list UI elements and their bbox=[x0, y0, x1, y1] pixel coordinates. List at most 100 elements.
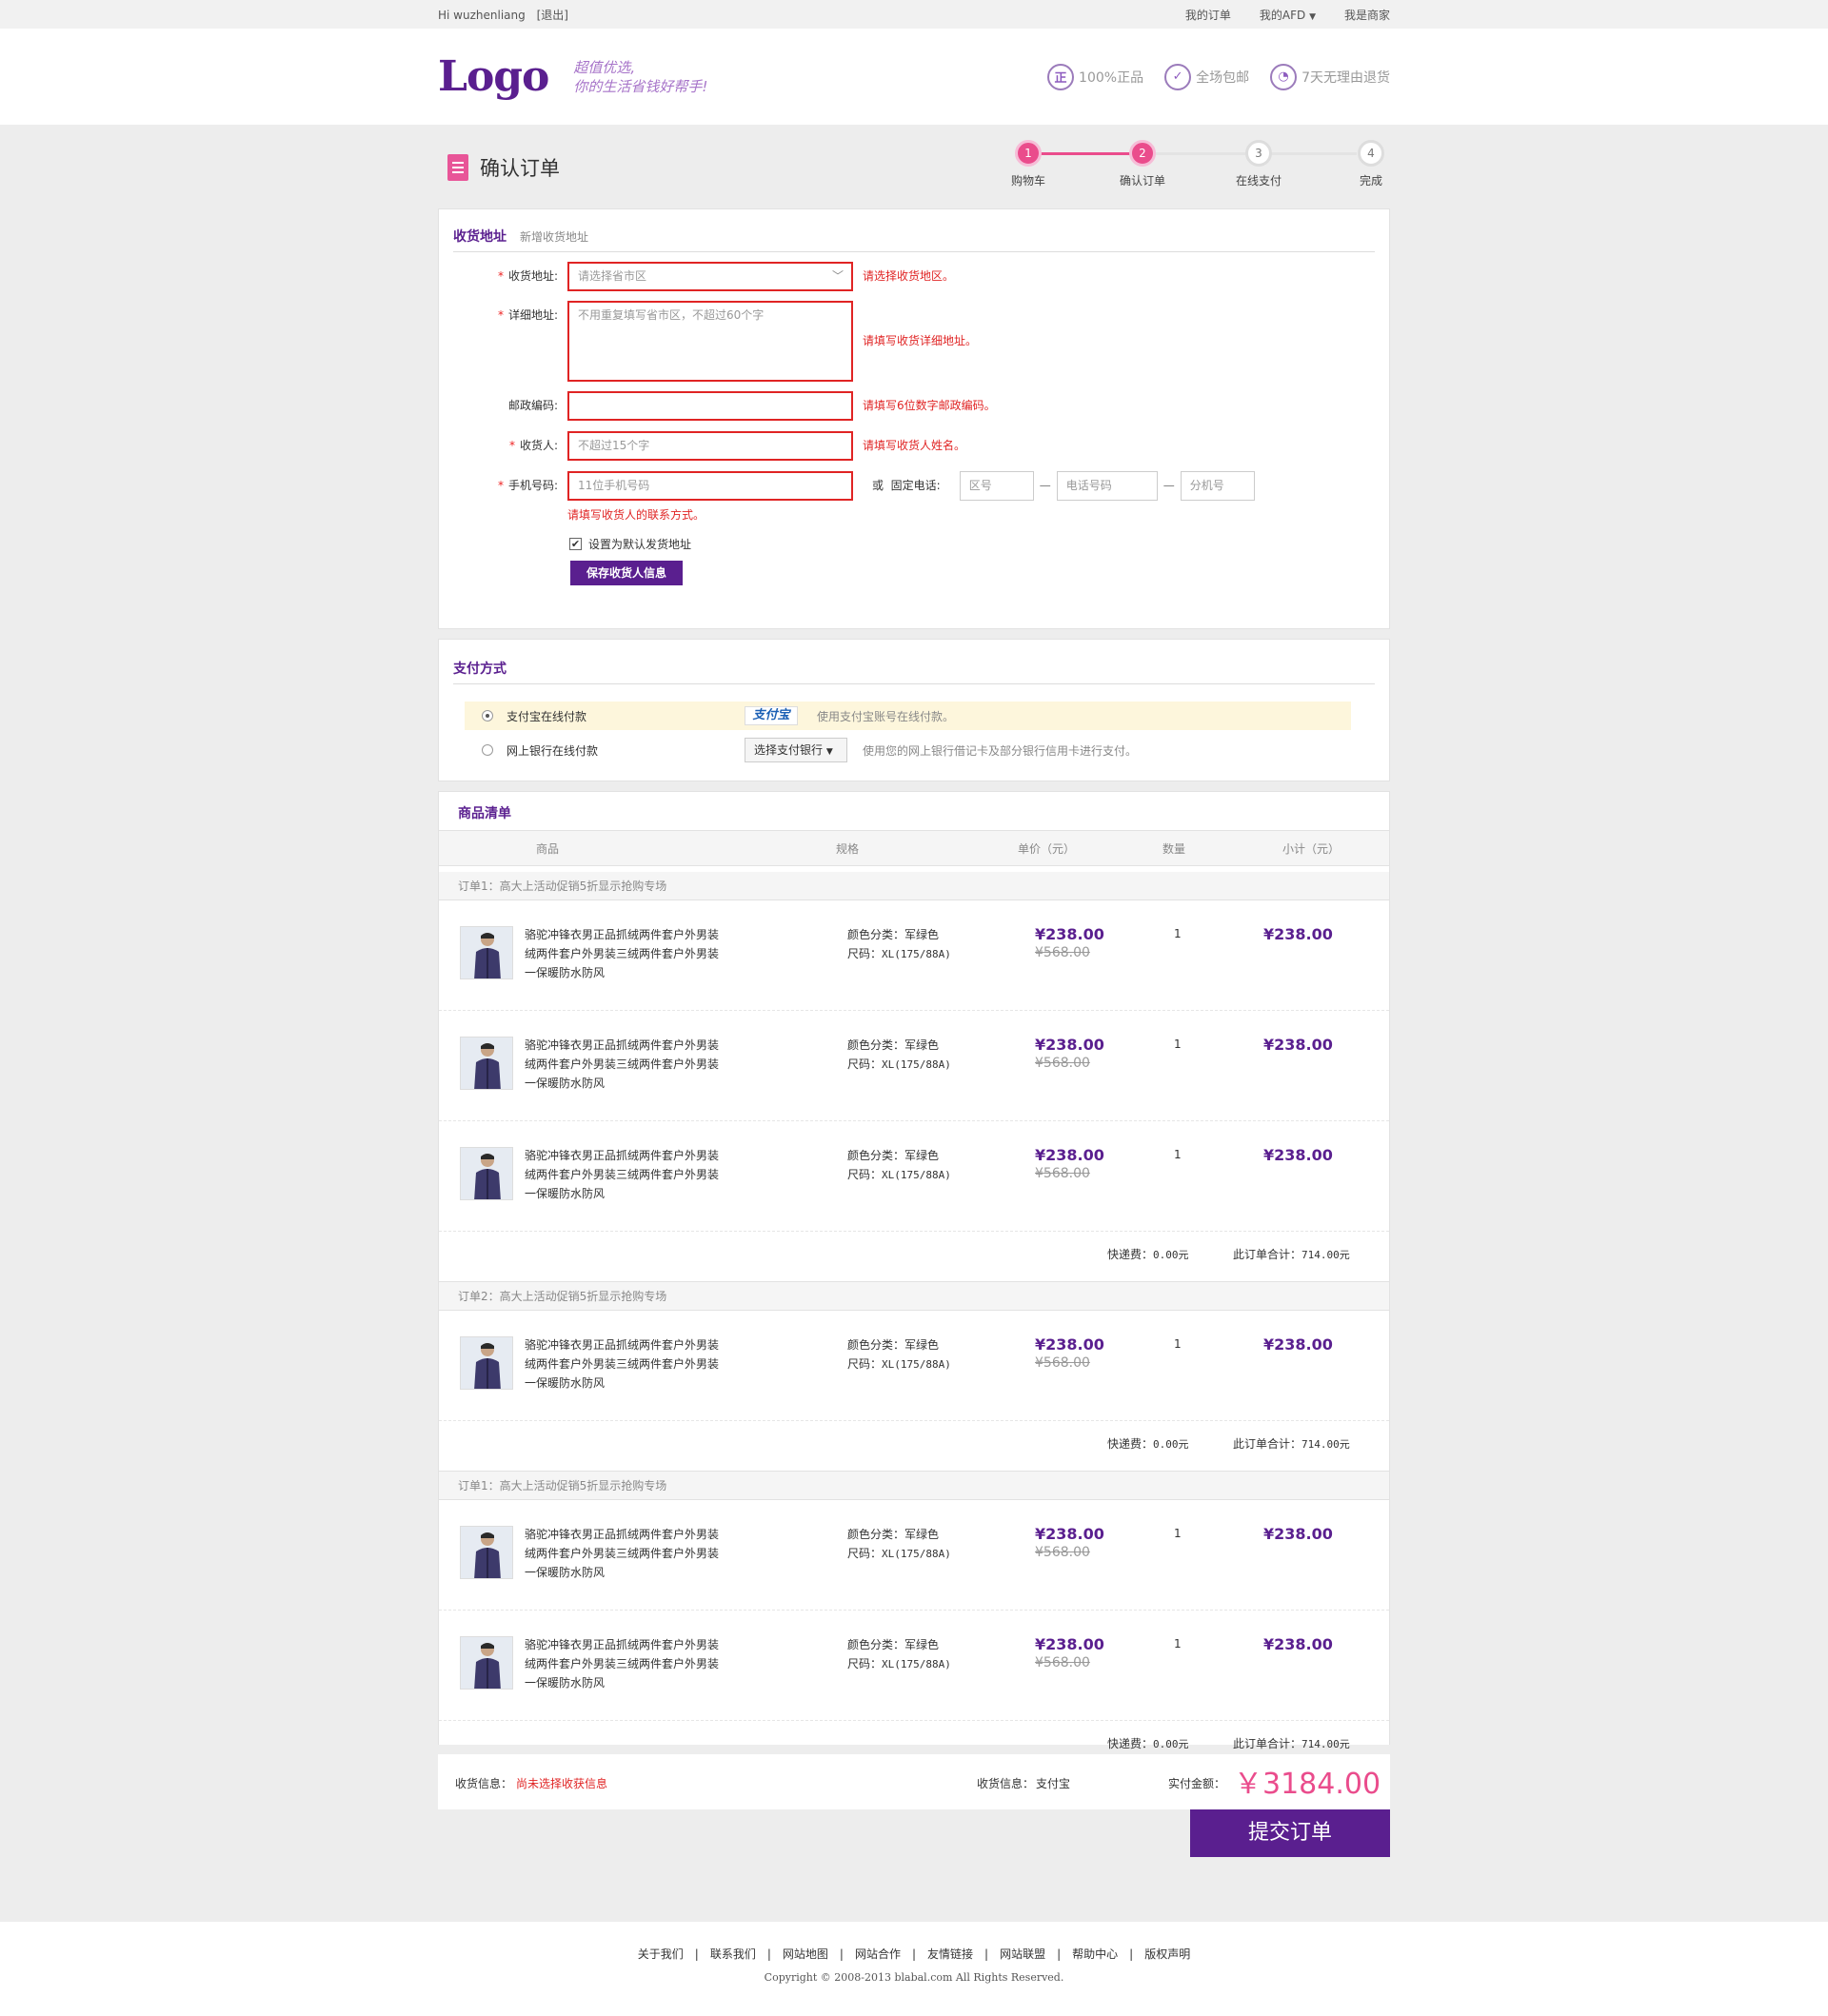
save-address-button[interactable]: 保存收货人信息 bbox=[570, 561, 683, 585]
current-price: ¥238.00 bbox=[1035, 1036, 1104, 1054]
product-thumbnail[interactable] bbox=[460, 1037, 513, 1090]
subtotal: ¥238.00 bbox=[1263, 1146, 1333, 1164]
col-price: 单价（元） bbox=[1018, 841, 1076, 856]
product-name[interactable]: 骆驼冲锋衣男正品抓绒两件套户外男装 绒两件套户外男装三绒两件套户外男装 一保暖防水防… bbox=[525, 925, 725, 982]
product-name-line: 绒两件套户外男装三绒两件套户外男装 bbox=[525, 947, 720, 960]
spec-size-value: XL(175/88A) bbox=[882, 1658, 951, 1670]
product-thumbnail[interactable] bbox=[460, 1526, 513, 1579]
product-name-line: 骆驼冲锋衣男正品抓绒两件套户外男装 bbox=[525, 1149, 720, 1162]
footer-link[interactable]: 帮助中心 bbox=[1072, 1947, 1118, 1961]
unit-price: ¥238.00 ¥568.00 bbox=[1035, 1635, 1104, 1672]
product-name-line: 一保暖防水防风 bbox=[525, 966, 606, 979]
spec-size-value: XL(175/88A) bbox=[882, 1169, 951, 1181]
phone-label: 手机号码: bbox=[507, 479, 558, 492]
order-total-label: 此订单合计： bbox=[1233, 1437, 1302, 1451]
spec-size-value: XL(175/88A) bbox=[882, 1058, 951, 1071]
order-total-label: 此订单合计： bbox=[1233, 1248, 1302, 1261]
product-name[interactable]: 骆驼冲锋衣男正品抓绒两件套户外男装 绒两件套户外男装三绒两件套户外男装 一保暖防水防… bbox=[525, 1146, 725, 1203]
product-thumbnail[interactable] bbox=[460, 1147, 513, 1200]
jacket-image bbox=[461, 1637, 512, 1689]
badge-label: 7天无理由退货 bbox=[1301, 69, 1390, 86]
spec-size-value: XL(175/88A) bbox=[882, 1548, 951, 1560]
spec-color-value: 军绿色 bbox=[904, 928, 940, 941]
spec-color: 颜色分类：军绿色 bbox=[847, 925, 951, 944]
default-address-row: ✔ 设置为默认发货地址 bbox=[569, 536, 1389, 552]
payment-panel: 支付方式 支付宝在线付款 支付宝 使用支付宝账号在线付款。 网上银行在线付款 选… bbox=[438, 639, 1390, 781]
spec-size: 尺码：XL(175/88A) bbox=[847, 1654, 951, 1674]
tel-number-input[interactable]: 电话号码 bbox=[1056, 471, 1158, 501]
name-label: 收货人: bbox=[519, 439, 558, 452]
product-spec: 颜色分类：军绿色 尺码：XL(175/88A) bbox=[847, 1635, 951, 1674]
product-thumbnail[interactable] bbox=[460, 1636, 513, 1690]
product-name[interactable]: 骆驼冲锋衣男正品抓绒两件套户外男装 绒两件套户外男装三绒两件套户外男装 一保暖防水防… bbox=[525, 1635, 725, 1692]
alipay-radio[interactable] bbox=[482, 710, 493, 721]
jacket-image bbox=[461, 1038, 512, 1089]
bank-radio[interactable] bbox=[482, 744, 493, 756]
product-name[interactable]: 骆驼冲锋衣男正品抓绒两件套户外男装 绒两件套户外男装三绒两件套户外男装 一保暖防水防… bbox=[525, 1335, 725, 1393]
product-name[interactable]: 骆驼冲锋衣男正品抓绒两件套户外男装 绒两件套户外男装三绒两件套户外男装 一保暖防水防… bbox=[525, 1036, 725, 1093]
quantity: 1 bbox=[1174, 1337, 1182, 1351]
footer-link[interactable]: 版权声明 bbox=[1144, 1947, 1190, 1961]
footer-link[interactable]: 网站联盟 bbox=[1000, 1947, 1045, 1961]
caret-down-icon: ▼ bbox=[825, 747, 833, 757]
order-subtotal-bar: 快递费：0.00元 此订单合计：714.00元 bbox=[439, 1232, 1389, 1274]
pay-option-alipay[interactable]: 支付宝在线付款 支付宝 使用支付宝账号在线付款。 bbox=[465, 702, 1351, 730]
submit-order-button[interactable]: 提交订单 bbox=[1190, 1809, 1390, 1857]
logo[interactable]: Logo bbox=[438, 52, 549, 101]
required-mark: * bbox=[508, 439, 515, 452]
current-price: ¥238.00 bbox=[1035, 1146, 1104, 1164]
original-price: ¥568.00 bbox=[1035, 945, 1090, 960]
product-name-line: 绒两件套户外男装三绒两件套户外男装 bbox=[525, 1057, 720, 1071]
order-group: 订单1：高大上活动促销5折显示抢购专场骆驼冲锋衣男正品抓绒两件套户外男装 绒两件套… bbox=[439, 872, 1389, 1274]
pay-option-bank[interactable]: 网上银行在线付款 选择支付银行 ▼ 使用您的网上银行借记卡及部分银行信用卡进行支… bbox=[465, 736, 1351, 764]
footer-divider: | bbox=[694, 1947, 699, 1961]
product-name-line: 一保暖防水防风 bbox=[525, 1187, 606, 1200]
bank-select[interactable]: 选择支付银行 ▼ bbox=[745, 738, 847, 762]
footer-link[interactable]: 友情链接 bbox=[927, 1947, 973, 1961]
my-afd-label: 我的AFD bbox=[1259, 8, 1306, 22]
goods-title: 商品清单 bbox=[458, 806, 511, 821]
name-input[interactable]: 不超过15个字 bbox=[567, 431, 853, 461]
mobile-input[interactable]: 11位手机号码 bbox=[567, 471, 853, 501]
default-checkbox[interactable]: ✔ bbox=[569, 538, 582, 550]
order-title: 订单2：高大上活动促销5折显示抢购专场 bbox=[439, 1282, 1389, 1311]
spec-size-value: XL(175/88A) bbox=[882, 1358, 951, 1371]
detail-textarea[interactable]: 不用重复填写省市区，不超过60个字 bbox=[567, 301, 853, 382]
product-name-line: 一保暖防水防风 bbox=[525, 1676, 606, 1690]
product-name-line: 绒两件套户外男装三绒两件套户外男装 bbox=[525, 1357, 720, 1371]
footer-link[interactable]: 网站合作 bbox=[855, 1947, 901, 1961]
original-price: ¥568.00 bbox=[1035, 1545, 1090, 1560]
subtotal: ¥238.00 bbox=[1263, 1525, 1333, 1543]
product-name[interactable]: 骆驼冲锋衣男正品抓绒两件套户外男装 绒两件套户外男装三绒两件套户外男装 一保暖防水防… bbox=[525, 1525, 725, 1582]
unit-price: ¥238.00 ¥568.00 bbox=[1035, 1335, 1104, 1373]
order-summary: 收货信息： 尚未选择收获信息 收货信息： 支付宝 实付金额： ￥3184.00 bbox=[438, 1754, 1390, 1809]
area-code-input[interactable]: 区号 bbox=[959, 471, 1034, 501]
order-total-value: 714.00元 bbox=[1301, 1249, 1350, 1261]
top-bar: Hi wuzhenliang [退出] 我的订单 我的AFD ▼ 我是商家 bbox=[0, 0, 1828, 29]
footer-link[interactable]: 关于我们 bbox=[638, 1947, 684, 1961]
region-select[interactable]: 请选择省市区 ﹀ bbox=[567, 262, 853, 291]
footer-link[interactable]: 联系我们 bbox=[710, 1947, 756, 1961]
merchant-link[interactable]: 我是商家 bbox=[1344, 7, 1390, 23]
footer-link[interactable]: 网站地图 bbox=[783, 1947, 828, 1961]
logout-link[interactable]: [退出] bbox=[537, 9, 568, 22]
zip-input[interactable] bbox=[567, 391, 853, 421]
shipping-fee: 快递费：0.00元 bbox=[1107, 1435, 1189, 1452]
product-thumbnail[interactable] bbox=[460, 926, 513, 979]
step-number: 1 bbox=[1015, 140, 1042, 167]
product-thumbnail[interactable] bbox=[460, 1336, 513, 1390]
title-bar: 确认订单 1 购物车 2 确认订单 3 在线支付 4 完成 bbox=[0, 125, 1828, 208]
extension-input[interactable]: 分机号 bbox=[1180, 471, 1255, 501]
my-afd-menu[interactable]: 我的AFD ▼ bbox=[1260, 7, 1316, 23]
goods-panel: 商品清单 商品 规格 单价（元） 数量 小计（元） 订单1：高大上活动促销5折显… bbox=[438, 791, 1390, 1750]
new-address-link[interactable]: 新增收货地址 bbox=[520, 228, 588, 245]
phone-error: 请填写收货人的联系方式。 bbox=[567, 508, 705, 522]
order-title: 订单1：高大上活动促销5折显示抢购专场 bbox=[439, 872, 1389, 900]
bank-desc: 使用您的网上银行借记卡及部分银行信用卡进行支付。 bbox=[863, 743, 1138, 758]
shipping-label: 快递费： bbox=[1107, 1737, 1154, 1750]
product-row: 骆驼冲锋衣男正品抓绒两件套户外男装 绒两件套户外男装三绒两件套户外男装 一保暖防水防… bbox=[439, 1311, 1389, 1421]
my-orders-link[interactable]: 我的订单 bbox=[1185, 7, 1231, 23]
step-pay: 3 在线支付 bbox=[1225, 140, 1292, 188]
spec-size: 尺码：XL(175/88A) bbox=[847, 1354, 951, 1374]
order-total: 此订单合计：714.00元 bbox=[1233, 1435, 1350, 1452]
